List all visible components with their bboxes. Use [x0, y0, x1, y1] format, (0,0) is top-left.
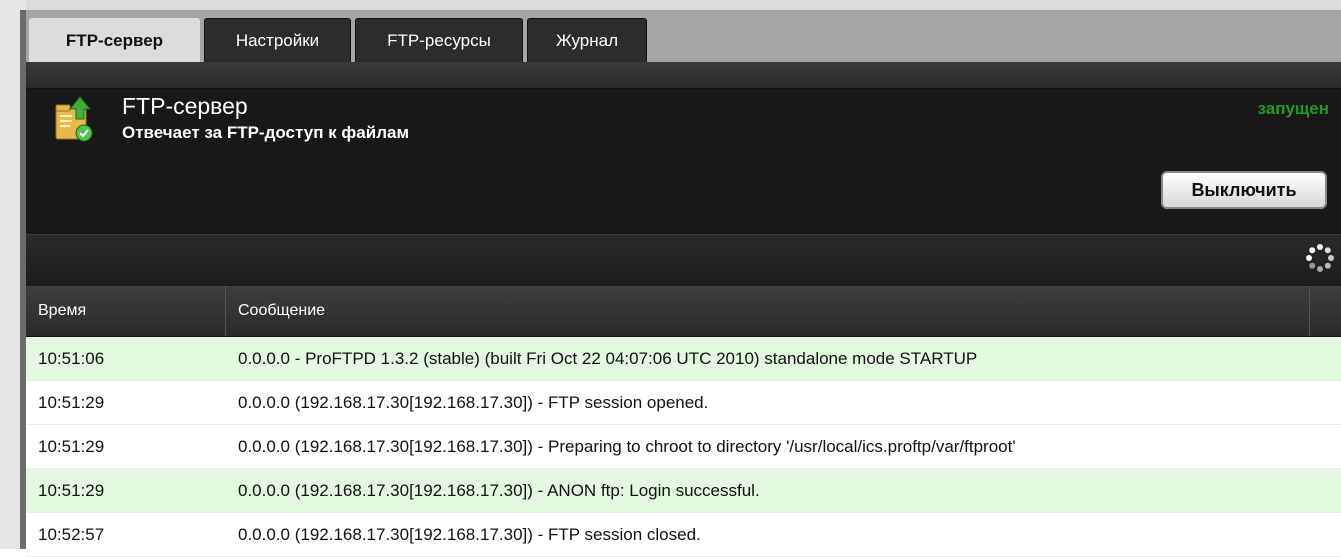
table-row[interactable]: 10:51:29 0.0.0.0 (192.168.17.30[192.168.… [26, 469, 1341, 513]
time-cell: 10:52:57 [38, 524, 105, 544]
left-edge [0, 0, 26, 549]
table-row[interactable]: 10:52:57 0.0.0.0 (192.168.17.30[192.168.… [26, 513, 1341, 557]
message-cell: 0.0.0.0 (192.168.17.30[192.168.17.30]) -… [238, 436, 1016, 456]
refresh-spinner-icon[interactable] [1305, 243, 1335, 273]
time-cell: 10:51:06 [38, 348, 105, 368]
column-header-extra [1310, 286, 1341, 336]
main-panel: FTP-сервер Отвечает за FTP-доступ к файл… [26, 62, 1341, 557]
page-title: FTP-сервер [122, 93, 248, 119]
top-strip [26, 62, 1341, 89]
table-body: 10:51:06 0.0.0.0 - ProFTPD 1.3.2 (stable… [26, 337, 1341, 557]
status-badge: запущен [1257, 99, 1329, 118]
page-subtitle: Отвечает за FTP-доступ к файлам [122, 123, 410, 142]
service-header: FTP-сервер Отвечает за FTP-доступ к файл… [26, 89, 1341, 234]
message-cell: 0.0.0.0 (192.168.17.30[192.168.17.30]) -… [238, 392, 709, 412]
time-cell: 10:51:29 [38, 480, 105, 500]
tab-bar: FTP-сервер Настройки FTP-ресурсы Журнал [26, 10, 1341, 62]
turn-off-button[interactable]: Выключить [1161, 171, 1327, 209]
column-header-message[interactable]: Сообщение [226, 286, 1310, 336]
message-cell: 0.0.0.0 (192.168.17.30[192.168.17.30]) -… [238, 480, 760, 500]
table-header: Время Сообщение [26, 286, 1341, 337]
tab-settings[interactable]: Настройки [204, 18, 351, 62]
ftp-folder-check-icon [55, 96, 93, 142]
toolbar [26, 234, 1341, 287]
tab-log[interactable]: Журнал [527, 18, 647, 62]
column-header-time[interactable]: Время [26, 286, 226, 336]
tab-ftp-resources[interactable]: FTP-ресурсы [355, 18, 523, 62]
table-row[interactable]: 10:51:29 0.0.0.0 (192.168.17.30[192.168.… [26, 381, 1341, 425]
table-row[interactable]: 10:51:29 0.0.0.0 (192.168.17.30[192.168.… [26, 425, 1341, 469]
time-cell: 10:51:29 [38, 436, 105, 456]
window: FTP-сервер Настройки FTP-ресурсы Журнал … [0, 0, 1341, 557]
log-table: Время Сообщение 10:51:06 0.0.0.0 - ProFT… [26, 286, 1341, 557]
message-cell: 0.0.0.0 (192.168.17.30[192.168.17.30]) -… [238, 524, 701, 544]
time-cell: 10:51:29 [38, 392, 105, 412]
tab-ftp-server[interactable]: FTP-сервер [29, 18, 200, 62]
table-row[interactable]: 10:51:06 0.0.0.0 - ProFTPD 1.3.2 (stable… [26, 337, 1341, 381]
message-cell: 0.0.0.0 - ProFTPD 1.3.2 (stable) (built … [238, 348, 978, 368]
